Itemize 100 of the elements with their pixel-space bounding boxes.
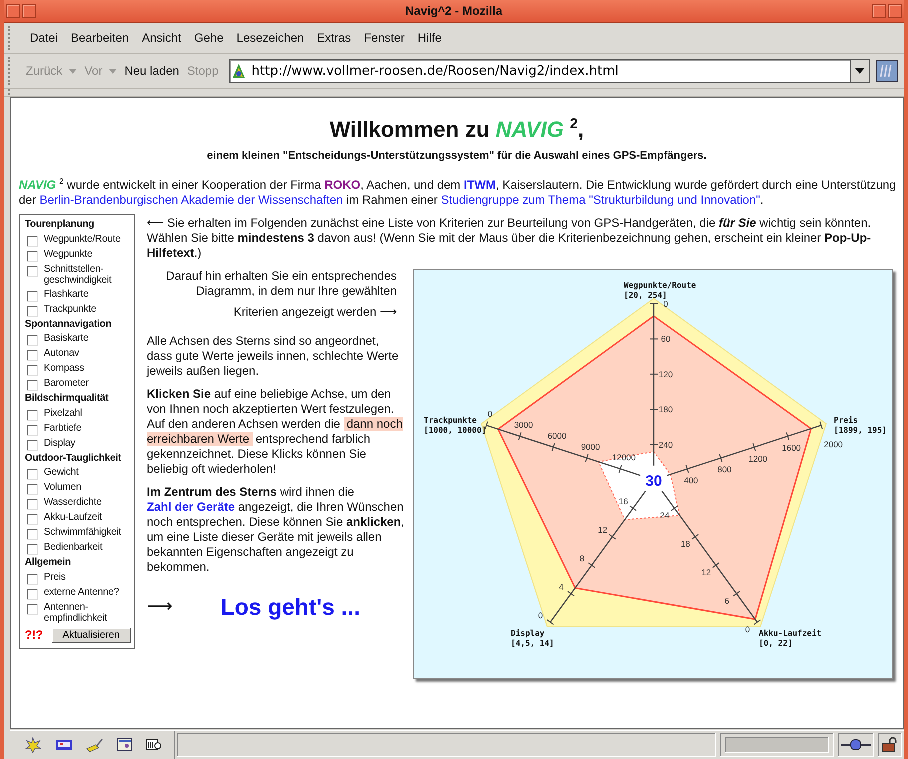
menu-item[interactable]: Bearbeiten xyxy=(65,29,136,47)
window-title: Navig^2 - Mozilla xyxy=(404,4,504,18)
link[interactable]: Berlin-Brandenburgischen Akademie der Wissenschaften xyxy=(40,193,344,208)
chart-axis[interactable] xyxy=(650,304,658,466)
tick-label: 240 xyxy=(658,440,674,450)
checkbox-label: Barometer xyxy=(44,378,89,390)
checkbox[interactable] xyxy=(27,544,38,556)
diagram-note: Darauf hin erhalten Sie ein entsprechendes Diagramm, in dem nur Ihre gewählten xyxy=(165,269,397,300)
menu-item[interactable]: Ansicht xyxy=(136,29,188,47)
sparkle-icon[interactable] xyxy=(24,737,42,753)
axis-label: Preis xyxy=(834,416,858,426)
close-button[interactable] xyxy=(888,4,902,18)
link[interactable]: Studiengruppe zum Thema "Strukturbildung und Innovation" xyxy=(441,193,760,208)
checkbox[interactable] xyxy=(27,440,38,451)
checkbox-label: Trackpunkte xyxy=(44,304,96,316)
checkbox[interactable] xyxy=(27,410,38,421)
tick-label: 12000 xyxy=(612,452,636,463)
menu-item[interactable]: Datei xyxy=(24,29,64,47)
axis-range: [4,5, 14] xyxy=(511,639,554,648)
group-heading: Allgemein xyxy=(25,557,72,570)
tick-label: 16 xyxy=(618,496,628,507)
diagram-note: Kriterien angezeigt werden ⟶ xyxy=(232,305,397,320)
checkbox-label: Wegpunkte xyxy=(44,248,93,260)
link[interactable]: ROKO xyxy=(324,178,361,192)
checkbox-label: Schnittstellen-geschwindigkeit xyxy=(44,264,113,287)
checkbox[interactable] xyxy=(27,335,38,346)
checkbox-label: Gewicht xyxy=(44,467,79,479)
tick-label: 0 xyxy=(488,409,493,420)
axis-label: Trackpunkte xyxy=(424,416,477,426)
update-button[interactable]: Aktualisieren xyxy=(52,628,131,643)
group-heading: Spontannavigation xyxy=(25,318,113,332)
throbber-icon[interactable] xyxy=(876,60,898,82)
minimize-button[interactable] xyxy=(22,4,36,18)
menu-item[interactable]: Lesezeichen xyxy=(230,29,310,47)
tick-label: 1600 xyxy=(782,443,802,454)
checkbox[interactable] xyxy=(27,350,38,362)
checkbox-label: Kompass xyxy=(44,363,84,375)
checkbox[interactable] xyxy=(27,499,38,510)
chart-axis[interactable] xyxy=(484,422,641,476)
checkbox[interactable] xyxy=(27,484,38,496)
plug-icon[interactable] xyxy=(841,738,871,752)
tick-label: 1200 xyxy=(748,454,768,464)
tick-label: 0 xyxy=(664,299,668,310)
checkbox-label: externe Antenne? xyxy=(44,586,120,598)
menu-item[interactable]: Fenster xyxy=(358,29,411,47)
checkbox-label: Preis xyxy=(44,572,66,584)
window-menu-button[interactable] xyxy=(6,4,20,18)
center-note: Im Zentrum des Sterns wird ihnen die Zahl der Geräte angezeigt, die Ihren Wünschen noch entsprechen. Diese können Sie anklicken, um eine Liste dieser Geräte mit jeweils allen bekannten Eigenschaften angezeigt zu bekommen. xyxy=(147,485,405,576)
tick-label: 3000 xyxy=(514,420,534,430)
checkbox[interactable] xyxy=(27,529,38,540)
link[interactable]: ITWM xyxy=(464,178,496,192)
checkbox[interactable] xyxy=(27,380,38,392)
axis-label: Display xyxy=(511,629,545,638)
start-link[interactable]: Los geht's ... xyxy=(220,593,360,622)
checkbox[interactable] xyxy=(27,290,38,302)
checkbox-label: Flashkarte xyxy=(44,288,89,300)
checkbox-label: Volumen xyxy=(44,482,82,494)
checkbox[interactable] xyxy=(27,514,38,526)
checkbox-label: Akku-Laufzeit xyxy=(44,512,102,524)
dropdown-icon[interactable] xyxy=(855,68,865,74)
padlock-icon[interactable] xyxy=(881,737,899,753)
axis-range: [20, 254] xyxy=(624,291,668,300)
checkbox[interactable] xyxy=(27,424,38,436)
checkbox[interactable] xyxy=(27,588,38,600)
checkbox-label: Autonav xyxy=(44,348,80,360)
group-heading: Tourenplanung xyxy=(25,219,96,232)
link[interactable]: Zahl der Geräte xyxy=(147,500,236,514)
menu-item[interactable]: Hilfe xyxy=(412,29,448,47)
address-bar[interactable]: http://www.vollmer-roosen.de/Roosen/Navig2/index.html xyxy=(228,59,870,83)
axes-note: Alle Achsen des Sterns sind so angeordnet, dass gute Werte jeweils innen, schlechte Werte jeweils außen liegen. xyxy=(147,334,400,380)
checkbox[interactable] xyxy=(27,306,38,317)
checkbox[interactable] xyxy=(27,365,38,376)
instructions-text: ⟵ Sie erhalten im Folgenden zunächst eine Liste von Kriterien zur Beurteilung von GPS-Handgeräten, die für Sie wichtig sein könnten. Wählen Sie bitte mindestens 3 davon aus! (Wenn Sie mit der Maus über die Kriterienbezeichnung gehen, erscheint ein kleiner Pop-Up-Hilfetext.) xyxy=(147,216,872,262)
checkbox-label: Wasserdichte xyxy=(44,497,102,509)
address-field[interactable]: http://www.vollmer-roosen.de/Roosen/Navig2/index.html xyxy=(248,64,850,78)
toolbar-button[interactable]: Neu laden xyxy=(120,61,184,81)
checkbox-label: Display xyxy=(44,438,76,450)
pen-icon[interactable] xyxy=(86,737,104,753)
menu-item[interactable]: Gehe xyxy=(188,29,230,47)
mail-icon[interactable] xyxy=(55,738,73,752)
checkbox-label: Bedienbarkeit xyxy=(44,542,103,554)
checkbox-label: Pixelzahl xyxy=(44,408,82,420)
menu-item[interactable]: Extras xyxy=(311,29,358,47)
maximize-button[interactable] xyxy=(872,4,886,18)
axis-label: Wegpunkte/Route xyxy=(624,281,696,290)
checkbox[interactable] xyxy=(27,266,38,277)
checkbox[interactable] xyxy=(27,250,38,262)
card-icon[interactable] xyxy=(117,737,133,753)
checkbox[interactable] xyxy=(27,574,38,585)
group-heading: Bildschirmqualität xyxy=(25,393,110,406)
device-count[interactable]: 30 xyxy=(646,473,662,490)
checkbox[interactable] xyxy=(27,469,38,480)
checkbox[interactable] xyxy=(27,236,38,247)
axis-range: [0, 22] xyxy=(759,639,793,648)
checkbox[interactable] xyxy=(27,604,38,615)
tick-label: 6 xyxy=(724,596,730,606)
caret-icon xyxy=(68,68,77,74)
page-heading: Willkommen zu NAVIG $^{2}$, xyxy=(328,116,586,144)
help-link[interactable]: ?!? xyxy=(25,628,44,643)
caret-icon xyxy=(108,68,117,74)
